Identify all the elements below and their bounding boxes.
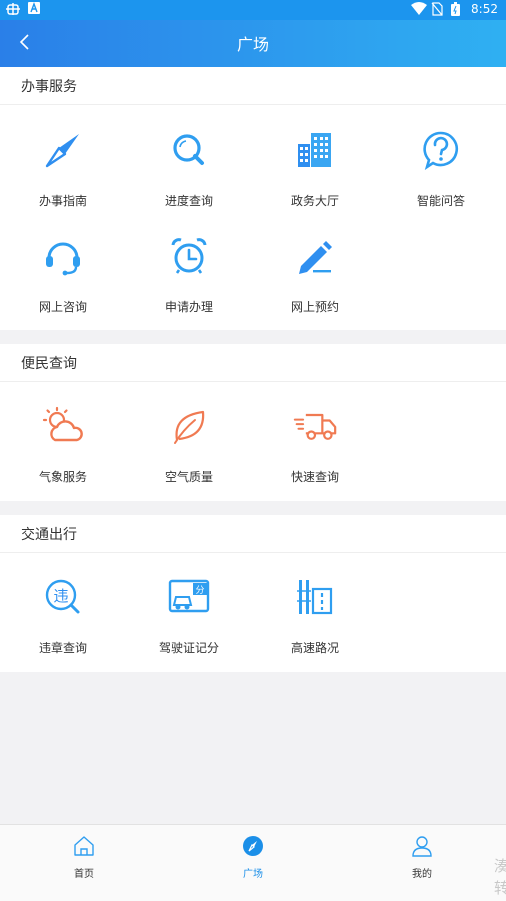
item-violation-query[interactable]: 违 违章查询 bbox=[0, 575, 126, 656]
item-label: 智能问答 bbox=[416, 194, 465, 208]
item-label: 办事指南 bbox=[38, 194, 87, 208]
leaf-icon bbox=[167, 404, 211, 448]
delivery-truck-icon bbox=[293, 404, 337, 448]
alarm-clock-icon bbox=[167, 234, 211, 278]
item-label: 违章查询 bbox=[38, 641, 87, 655]
item-government-hall[interactable]: 政务大厅 bbox=[252, 128, 378, 209]
debug-bug-icon bbox=[6, 2, 20, 16]
item-label: 网上咨询 bbox=[38, 300, 87, 314]
tab-label: 首页 bbox=[74, 869, 94, 880]
item-label: 政务大厅 bbox=[290, 194, 339, 208]
item-label: 空气质量 bbox=[164, 470, 213, 484]
violation-search-icon: 违 bbox=[41, 575, 85, 619]
tab-home[interactable]: 首页 bbox=[44, 835, 124, 880]
item-highway-status[interactable]: 高速路况 bbox=[252, 575, 378, 656]
battery-icon bbox=[451, 2, 465, 16]
item-smart-qa[interactable]: 智能问答 bbox=[378, 128, 504, 209]
section-services: 办事服务 办事指南 进度查询 政务大厅 智能问答 网上咨询 申请办理 网上预约 bbox=[0, 67, 506, 330]
wifi-icon bbox=[411, 2, 428, 16]
item-online-booking[interactable]: 网上预约 bbox=[252, 234, 378, 315]
item-license-points[interactable]: 分 驾驶证记分 bbox=[126, 575, 252, 656]
question-bubble-icon bbox=[419, 128, 463, 172]
no-sim-icon bbox=[431, 2, 445, 16]
pen-icon bbox=[293, 234, 337, 278]
tab-plaza[interactable]: 广场 bbox=[213, 835, 293, 880]
section-title: 交通出行 bbox=[0, 515, 506, 553]
svg-text:违: 违 bbox=[53, 587, 68, 605]
compass-filled-icon bbox=[243, 836, 263, 856]
user-icon bbox=[412, 836, 432, 857]
item-label: 快速查询 bbox=[290, 470, 339, 484]
tab-label: 我的 bbox=[412, 869, 432, 880]
tab-mine[interactable]: 我的 bbox=[382, 835, 462, 880]
notification-a-icon bbox=[28, 2, 42, 16]
section-title: 便民查询 bbox=[0, 344, 506, 382]
status-bar: 8:52 bbox=[0, 0, 506, 20]
section-traffic: 交通出行 违 违章查询 分 驾驶证记分 高速路况 bbox=[0, 515, 506, 672]
app-bar: 广场 bbox=[0, 20, 506, 67]
buildings-icon bbox=[293, 128, 337, 172]
page-title: 广场 bbox=[236, 35, 269, 54]
item-label: 进度查询 bbox=[164, 194, 213, 208]
item-label: 气象服务 bbox=[38, 470, 87, 484]
headset-icon bbox=[41, 234, 85, 278]
home-icon bbox=[74, 836, 94, 856]
item-label: 网上预约 bbox=[290, 300, 339, 314]
item-label: 高速路况 bbox=[290, 641, 339, 655]
item-weather[interactable]: 气象服务 bbox=[0, 404, 126, 485]
item-express-query[interactable]: 快速查询 bbox=[252, 404, 378, 485]
sun-cloud-icon bbox=[41, 404, 85, 448]
search-icon bbox=[167, 128, 211, 172]
section-title: 办事服务 bbox=[0, 67, 506, 105]
license-card-icon: 分 bbox=[167, 575, 211, 619]
item-label: 驾驶证记分 bbox=[158, 641, 219, 655]
compass-icon bbox=[41, 128, 85, 172]
item-online-consult[interactable]: 网上咨询 bbox=[0, 234, 126, 315]
watermark-text: 湊转 bbox=[494, 857, 506, 897]
svg-text:分: 分 bbox=[195, 585, 204, 596]
status-time: 8:52 bbox=[471, 2, 498, 16]
highway-road-icon bbox=[293, 575, 337, 619]
item-progress-query[interactable]: 进度查询 bbox=[126, 128, 252, 209]
item-guide[interactable]: 办事指南 bbox=[0, 128, 126, 209]
item-air-quality[interactable]: 空气质量 bbox=[126, 404, 252, 485]
item-label: 申请办理 bbox=[164, 300, 213, 314]
section-convenience: 便民查询 气象服务 空气质量 快速查询 bbox=[0, 344, 506, 501]
item-apply[interactable]: 申请办理 bbox=[126, 234, 252, 315]
tab-label: 广场 bbox=[243, 869, 263, 880]
bottom-tab-bar: 首页 广场 我的 bbox=[0, 824, 506, 901]
